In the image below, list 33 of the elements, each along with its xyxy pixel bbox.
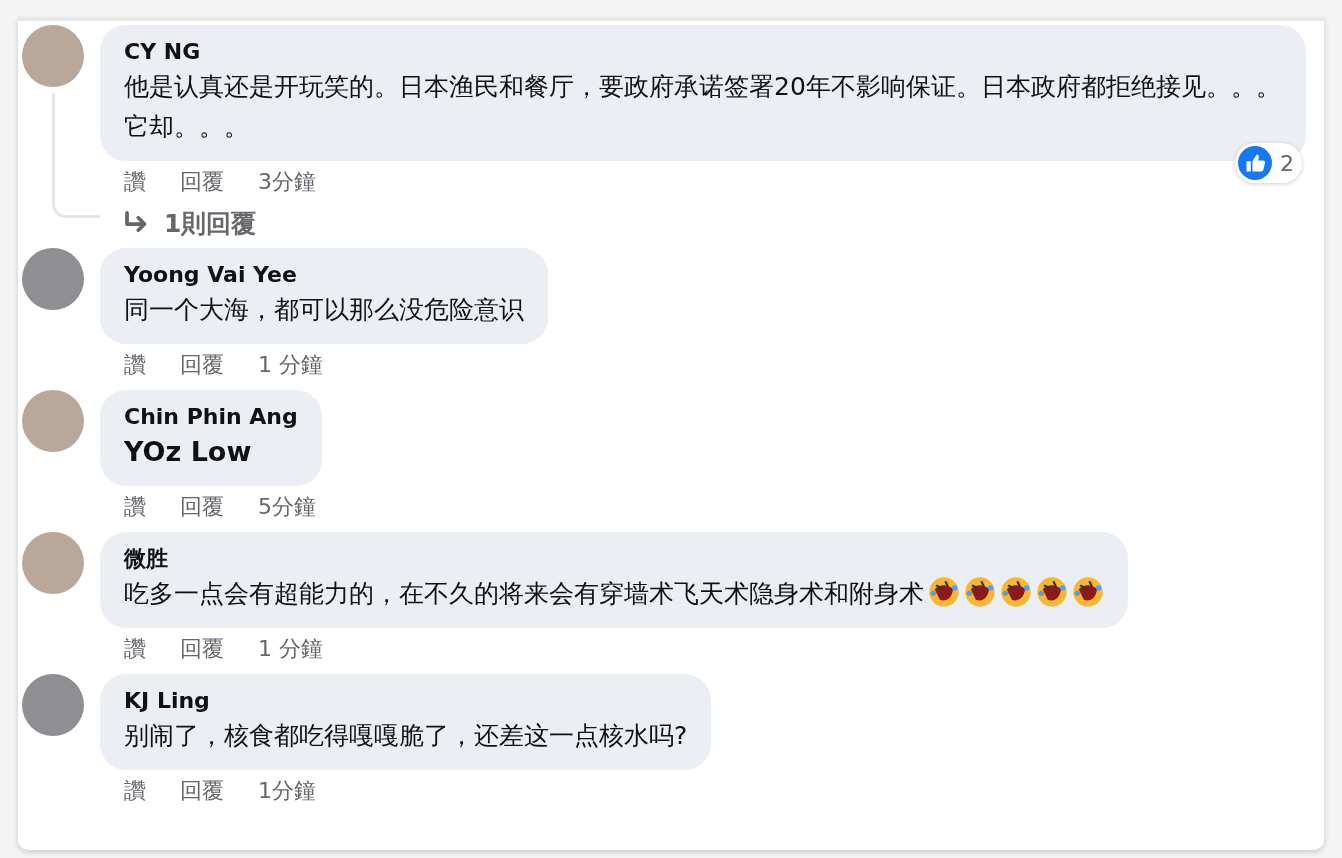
reply-link[interactable]: 回覆: [180, 632, 224, 666]
view-replies-link[interactable]: 1則回覆: [164, 207, 257, 240]
like-link[interactable]: 讚: [124, 165, 146, 199]
reply-link[interactable]: 回覆: [180, 774, 224, 808]
like-link[interactable]: 讚: [124, 774, 146, 808]
comment-text: 同一个大海，都可以那么没危险意识: [124, 294, 524, 326]
like-link[interactable]: 讚: [124, 490, 146, 524]
thumbs-up-icon: [1238, 146, 1272, 180]
comment-time[interactable]: 3分鐘: [258, 165, 316, 199]
laughing-emoji-icon: [1072, 576, 1104, 608]
comment-text: 别闹了，核食都吃得嘎嘎脆了，还差这一点核水吗?: [124, 720, 688, 752]
laughing-emoji-icon: [964, 576, 996, 608]
comment-time[interactable]: 5分鐘: [258, 490, 316, 524]
reply-link[interactable]: 回覆: [180, 348, 224, 382]
author-name[interactable]: Yoong Vai Yee: [124, 260, 524, 290]
author-name[interactable]: CY NG: [124, 37, 1282, 67]
comment-text: 吃多一点会有超能力的，在不久的将来会有穿墙术飞天术隐身术和附身术: [124, 574, 1104, 614]
reply-link[interactable]: 回覆: [180, 490, 224, 524]
like-link[interactable]: 讚: [124, 348, 146, 382]
comment-text: YOz Low: [124, 435, 253, 469]
reply-link[interactable]: 回覆: [180, 165, 224, 199]
comment-time[interactable]: 1 分鐘: [258, 632, 323, 666]
laughing-emoji-icon: [928, 576, 960, 608]
author-name[interactable]: Chin Phin Ang: [124, 402, 298, 432]
author-name[interactable]: KJ Ling: [124, 686, 688, 716]
like-link[interactable]: 讚: [124, 632, 146, 666]
comment-time[interactable]: 1 分鐘: [258, 348, 323, 382]
laughing-emoji-icon: [1000, 576, 1032, 608]
comment-text: 他是认真还是开玩笑的。日本渔民和餐厅，要政府承诺签署20年不影响保证。日本政府都拒绝接见。。。它却。。。: [124, 71, 1282, 143]
laughing-emoji-icon: [1036, 576, 1068, 608]
reaction-count[interactable]: 2: [1235, 143, 1302, 183]
comment-time[interactable]: 1分鐘: [258, 774, 316, 808]
author-name[interactable]: 微胜: [124, 544, 1104, 574]
